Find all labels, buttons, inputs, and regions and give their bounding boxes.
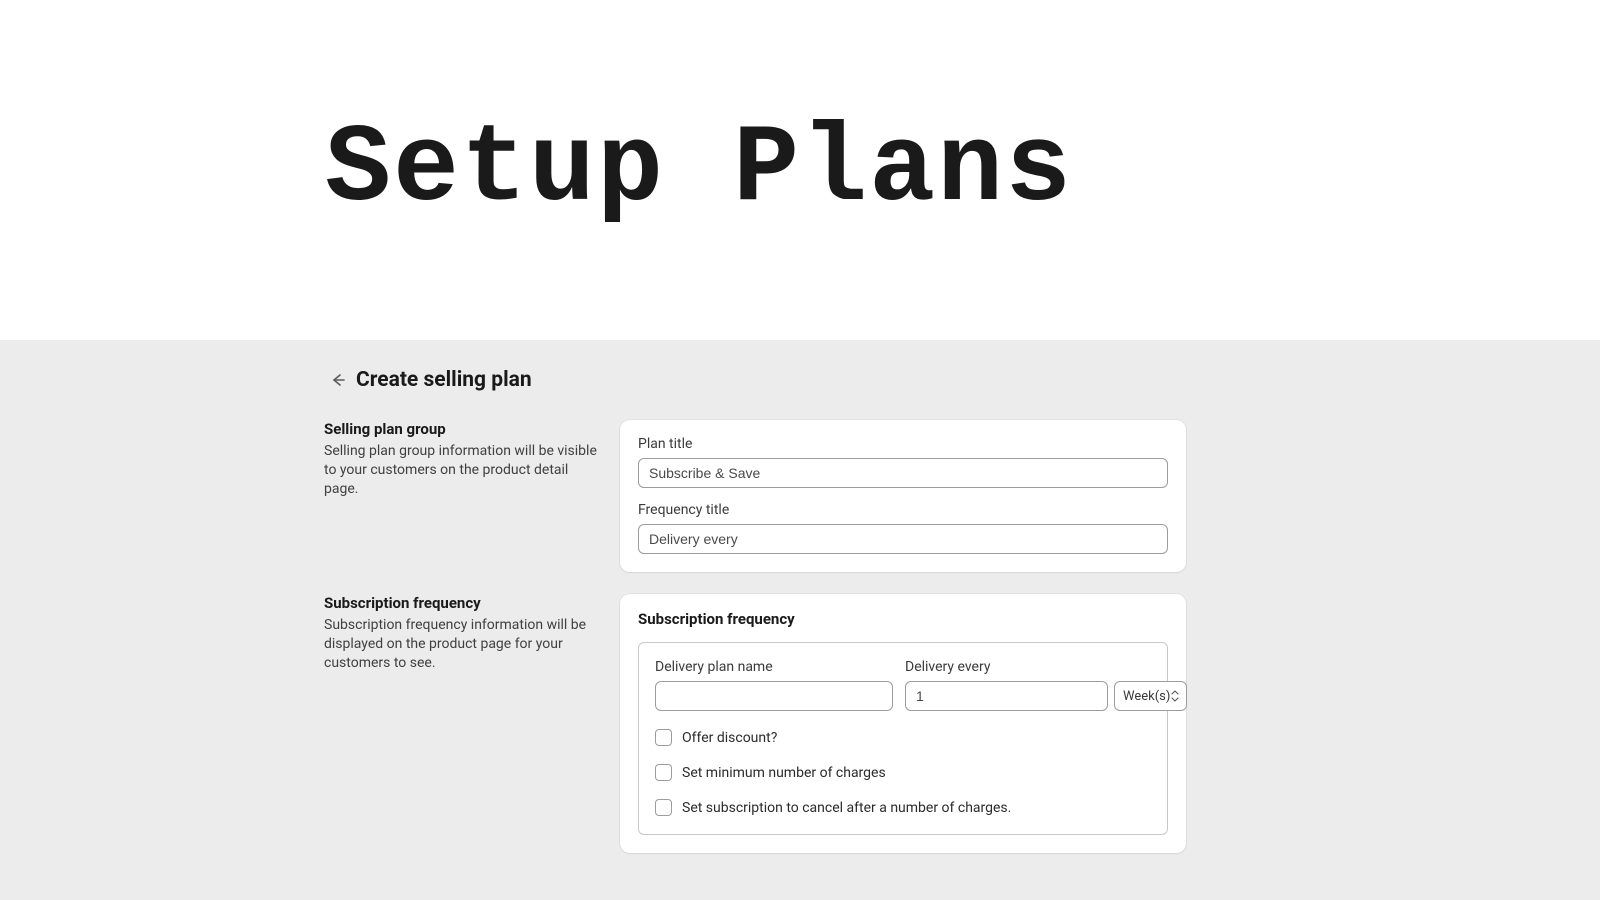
offer-discount-label: Offer discount? xyxy=(682,730,777,746)
frequency-title-label: Frequency title xyxy=(638,502,1168,518)
min-charges-row[interactable]: Set minimum number of charges xyxy=(655,764,1151,781)
plan-title-label: Plan title xyxy=(638,436,1168,452)
delivery-unit-label: Week(s) xyxy=(1123,689,1170,704)
delivery-every-input[interactable] xyxy=(905,681,1108,711)
hero-title: Setup Plans xyxy=(325,108,1073,233)
section-title: Selling plan group xyxy=(324,420,600,438)
subscription-frequency-card: Subscription frequency Delivery plan nam… xyxy=(620,594,1186,853)
cancel-after-label: Set subscription to cancel after a numbe… xyxy=(682,800,1011,816)
cancel-after-checkbox[interactable] xyxy=(655,799,672,816)
page-header: Create selling plan xyxy=(330,368,1600,392)
selling-plan-group-card: Plan title Frequency title xyxy=(620,420,1186,572)
section-description: Selling plan group information will be v… xyxy=(324,442,600,499)
section-description: Subscription frequency information will … xyxy=(324,616,600,673)
plan-title-input[interactable] xyxy=(638,458,1168,488)
delivery-unit-select[interactable]: Week(s) xyxy=(1114,681,1187,711)
card-subtitle: Subscription frequency xyxy=(638,610,1168,628)
offer-discount-checkbox[interactable] xyxy=(655,729,672,746)
cancel-after-row[interactable]: Set subscription to cancel after a numbe… xyxy=(655,799,1151,816)
page-title: Create selling plan xyxy=(356,368,532,392)
hero: Setup Plans xyxy=(0,0,1600,340)
section-title: Subscription frequency xyxy=(324,594,600,612)
offer-discount-row[interactable]: Offer discount? xyxy=(655,729,1151,746)
min-charges-label: Set minimum number of charges xyxy=(682,765,886,781)
select-chevron-icon xyxy=(1170,689,1180,703)
back-arrow-icon[interactable] xyxy=(330,372,346,388)
delivery-plan-name-label: Delivery plan name xyxy=(655,659,893,675)
frequency-title-input[interactable] xyxy=(638,524,1168,554)
section-subscription-frequency: Subscription frequency Subscription freq… xyxy=(324,594,1600,853)
app-area: Create selling plan Selling plan group S… xyxy=(0,340,1600,900)
min-charges-checkbox[interactable] xyxy=(655,764,672,781)
delivery-plan-name-input[interactable] xyxy=(655,681,893,711)
section-selling-plan-group: Selling plan group Selling plan group in… xyxy=(324,420,1600,572)
delivery-every-label: Delivery every xyxy=(905,659,1151,675)
section-left: Selling plan group Selling plan group in… xyxy=(324,420,620,499)
section-left: Subscription frequency Subscription freq… xyxy=(324,594,620,673)
frequency-inner-card: Delivery plan name Delivery every Week(s… xyxy=(638,642,1168,835)
